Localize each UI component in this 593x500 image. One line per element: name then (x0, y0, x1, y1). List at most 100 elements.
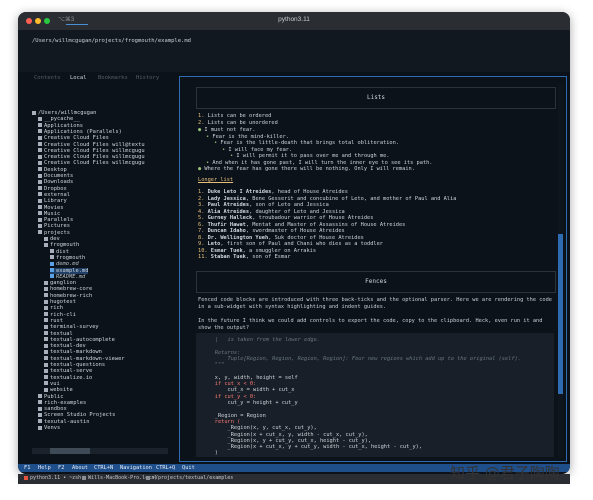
character-description: , Mentat and Master of Assassins of Hous… (245, 221, 406, 228)
title-bar: ⌥⌘3 python3.11 (18, 12, 570, 30)
markdown-viewer[interactable]: Lists 1. Lists can be ordered 2. Lists c… (179, 76, 567, 462)
folder-icon (44, 318, 48, 323)
tab-bookmarks[interactable]: Bookmarks (98, 75, 128, 81)
folder-icon (44, 331, 48, 335)
character-description: , first son of Paul and Chani who dies a… (220, 241, 383, 247)
tab-local[interactable]: Local (70, 75, 87, 81)
character-name: Paul Atreides (207, 202, 250, 208)
heading-longer-list: Longer list (198, 177, 234, 183)
folder-icon (38, 230, 42, 235)
bullet-item: ● Where the fear has gone there will be … (198, 166, 415, 173)
tree-folder[interactable]: Venvs (38, 425, 60, 431)
tree-label: rich-cli (50, 311, 76, 318)
folder-icon (44, 305, 48, 310)
tree-label: website (50, 387, 73, 394)
tree-label: terminal-survey (50, 324, 99, 331)
footer-key-ctrl-n[interactable]: CTRL+N (94, 465, 113, 471)
footer-label-help[interactable]: Help (38, 465, 51, 471)
tree-label: Movies (44, 204, 64, 211)
tree-label: Creative Cloud Files willmcgugu (44, 154, 145, 161)
folder-icon (44, 299, 48, 304)
horizontal-scrollbar[interactable] (32, 448, 168, 454)
folder-icon (38, 217, 42, 222)
tree-label: hugotest (50, 299, 76, 305)
tree-label: external (44, 191, 70, 198)
code-line: Tuple[Region, Region, Region, Region]: F… (202, 355, 521, 362)
folder-icon (38, 142, 42, 146)
bullet-marker: • (222, 146, 226, 153)
current-path[interactable]: /Users/willmcgugan/projects/frogmouth/ex… (32, 38, 191, 44)
tree-label: Applications (44, 122, 83, 129)
heading-lists: Lists (196, 87, 556, 109)
folder-icon (38, 223, 42, 228)
tree-label: rich (50, 305, 63, 312)
folder-icon (44, 286, 48, 291)
bullet-text: Fear is the mind-killer. (212, 133, 289, 140)
folder-icon (44, 349, 48, 354)
character-description: , troubadour warrior of House Atreides (252, 215, 374, 221)
longer-list-item: 11. Staban Tuek, son of Esmar (198, 254, 291, 261)
tree-label: ganglion (50, 280, 76, 287)
footer-key-ctrl-q[interactable]: CTRL+Q (156, 465, 175, 471)
footer-label-quit[interactable]: Quit (182, 465, 195, 471)
folder-icon (38, 129, 42, 134)
footer-key-f2[interactable]: F2 (58, 465, 64, 471)
file-icon (50, 268, 54, 272)
folder-icon (38, 154, 42, 159)
bullet-text: I will face my fear. (228, 146, 293, 153)
tree-label: Creative Cloud Files will@textu (44, 141, 145, 148)
file-icon (50, 261, 54, 266)
tab-contents[interactable]: Contents (34, 75, 61, 81)
window-title: python3.11 (278, 16, 310, 23)
computer-icon (82, 475, 86, 480)
tree-label: Venvs (44, 425, 61, 431)
scrollbar-thumb[interactable] (50, 448, 90, 454)
folder-icon (38, 135, 42, 140)
folder-icon (44, 343, 48, 348)
footer-label-navigation[interactable]: Navigation (120, 465, 152, 471)
tree-label: frogmouth (50, 242, 80, 249)
folder-icon (146, 475, 150, 480)
folder-icon (38, 148, 42, 153)
tree-label: example.md (56, 267, 89, 274)
tree-label: dev (50, 236, 60, 242)
folder-icon (38, 205, 42, 209)
tree-label: textualize.io (50, 374, 93, 381)
tree-label: projects (44, 229, 70, 236)
tab-history[interactable]: History (136, 75, 159, 81)
character-description: , son of Leto and Jessica (249, 202, 329, 208)
paragraph: In the future I think we could add contr… (198, 318, 543, 331)
bullet-marker: • (214, 140, 218, 146)
tree-label: demo.md (56, 261, 79, 268)
tree-label: textual-autocomplete (50, 336, 115, 343)
item-number: 5. (198, 215, 205, 221)
item-number: 7. (198, 228, 205, 234)
character-name: Staban Tuek (210, 254, 246, 260)
code-block[interactable]: | is taken from the lower edge. Returns:… (196, 333, 554, 457)
code-line: | is taken from the lower edge. (202, 337, 320, 343)
character-name: Duke Leto I Atreides (207, 189, 272, 195)
tree-label: Library (44, 198, 67, 205)
folder-icon (38, 425, 42, 430)
character-name: Thufir Hawat (207, 221, 246, 228)
item-number: 4. (198, 208, 205, 215)
folder-icon (50, 255, 54, 260)
footer-label-about[interactable]: About (72, 465, 88, 471)
item-number: 11. (198, 254, 208, 260)
vertical-scrollbar[interactable] (558, 84, 563, 458)
tree-label: Pictures (44, 223, 70, 230)
status-shell: python3.11 • ~zsh (24, 475, 81, 481)
footer-key-f1[interactable]: F1 (24, 465, 30, 471)
character-description: , daughter of Leto and Jessica (249, 208, 345, 215)
folder-icon (44, 293, 48, 298)
tree-label: textual-markdown-viewer (50, 355, 125, 362)
code-line: """ (202, 362, 225, 369)
character-description: , Suk doctor of House Atreides (268, 234, 364, 241)
folder-icon (38, 394, 42, 398)
location-bar[interactable] (18, 30, 570, 72)
tree-label: Screen Studio Projects (44, 412, 116, 419)
tree-label: textual-markdown (50, 349, 102, 356)
tree-label: Desktop (44, 166, 67, 173)
scrollbar-thumb[interactable] (558, 234, 563, 394)
item-number: 1. (198, 189, 205, 195)
